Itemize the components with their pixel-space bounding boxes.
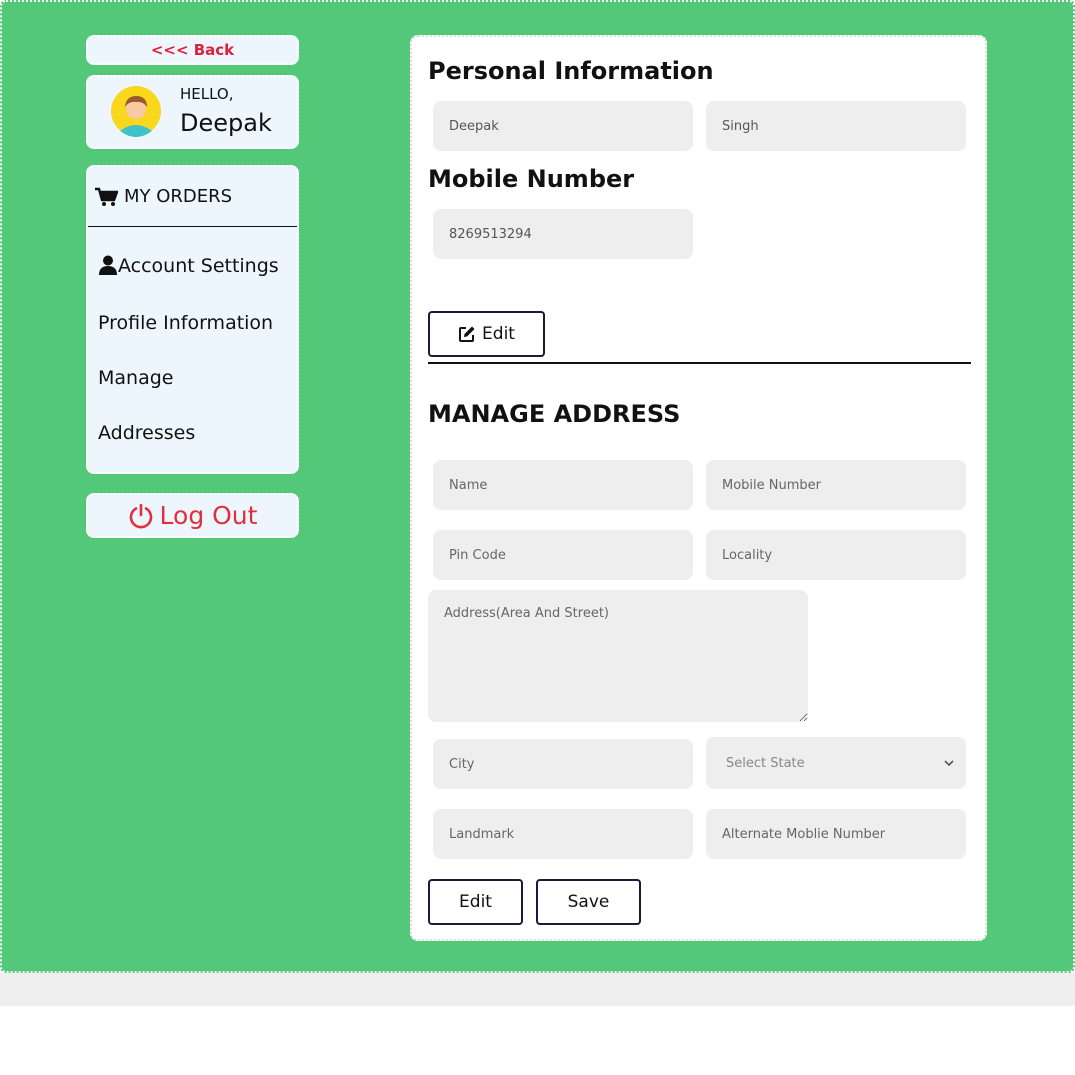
- footer-strip: [0, 973, 1075, 1006]
- first-name-field[interactable]: Deepak: [433, 101, 693, 151]
- sidebar-item-my-orders[interactable]: MY ORDERS: [88, 167, 297, 227]
- edit-icon: [459, 326, 475, 342]
- logout-label: Log Out: [159, 501, 258, 530]
- sidebar-item-manage[interactable]: Manage: [98, 367, 173, 389]
- personal-edit-button[interactable]: Edit: [428, 311, 545, 357]
- user-name: Deepak: [180, 109, 272, 137]
- power-icon: [129, 503, 152, 528]
- state-select[interactable]: Select State: [706, 737, 966, 789]
- last-name-field[interactable]: Singh: [706, 101, 966, 151]
- city-input[interactable]: [433, 739, 693, 789]
- mobile-number-field[interactable]: 8269513294: [433, 209, 693, 259]
- cart-icon: [95, 187, 118, 206]
- chevron-down-icon: [944, 759, 954, 766]
- sidebar-menu: MY ORDERS Account Settings Profile Infor…: [86, 165, 299, 474]
- state-select-value: Select State: [726, 755, 805, 771]
- user-greeting-card: HELLO, Deepak: [86, 75, 299, 149]
- alternate-mobile-input[interactable]: [706, 809, 966, 859]
- sidebar-item-label: MY ORDERS: [124, 186, 233, 207]
- sidebar-item-profile-information[interactable]: Profile Information: [98, 312, 273, 334]
- personal-info-title: Personal Information: [428, 57, 714, 85]
- sidebar-item-addresses[interactable]: Addresses: [98, 422, 195, 444]
- hello-label: HELLO,: [180, 85, 234, 103]
- pin-code-input[interactable]: [433, 530, 693, 580]
- main-panel: Personal Information Deepak Singh Mobile…: [410, 35, 987, 941]
- sidebar-item-account-settings[interactable]: Account Settings: [98, 255, 279, 277]
- mobile-number-title: Mobile Number: [428, 165, 635, 193]
- back-button[interactable]: <<< Back: [86, 35, 299, 65]
- user-icon: [99, 255, 117, 275]
- address-save-button[interactable]: Save: [536, 879, 641, 925]
- address-edit-button[interactable]: Edit: [428, 879, 523, 925]
- name-input[interactable]: [433, 460, 693, 510]
- address-textarea[interactable]: [428, 590, 808, 722]
- landmark-input[interactable]: [433, 809, 693, 859]
- section-divider: [428, 362, 971, 364]
- logout-button[interactable]: Log Out: [86, 493, 299, 538]
- edit-label: Edit: [482, 324, 515, 344]
- mobile-number-input[interactable]: [706, 460, 966, 510]
- manage-address-title: MANAGE ADDRESS: [428, 400, 681, 428]
- locality-input[interactable]: [706, 530, 966, 580]
- avatar: [111, 86, 161, 137]
- sidebar-item-label: Account Settings: [118, 255, 279, 277]
